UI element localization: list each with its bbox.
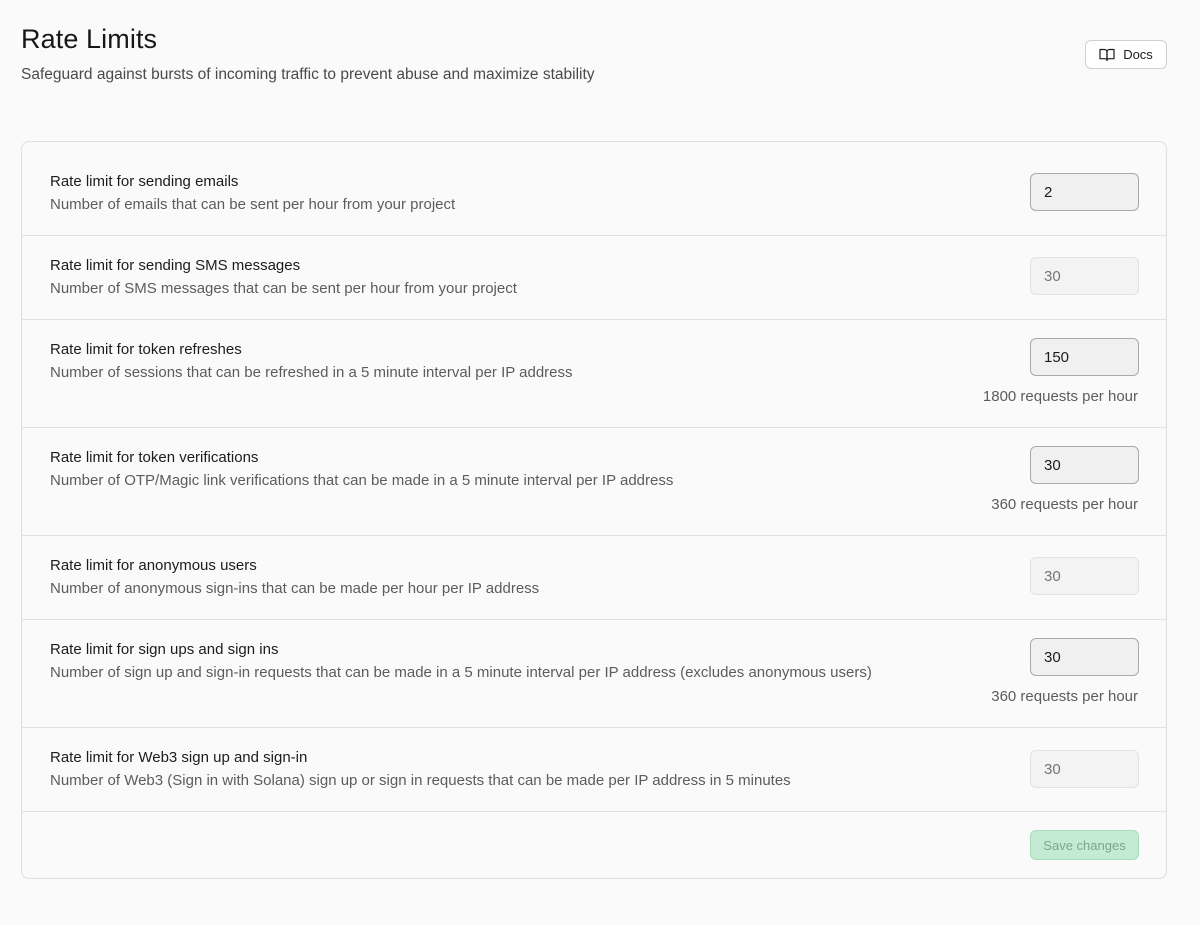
row-title: Rate limit for sign ups and sign ins <box>50 641 279 658</box>
anonymous-users-rate-input[interactable] <box>1030 557 1139 595</box>
card-footer: Save changes <box>22 812 1166 878</box>
row-description: Number of SMS messages that can be sent … <box>50 280 517 297</box>
requests-per-hour: 360 requests per hour <box>991 688 1138 705</box>
row-description: Number of emails that can be sent per ho… <box>50 196 456 213</box>
page-title: Rate Limits <box>21 24 158 54</box>
row-title: Rate limit for Web3 sign up and sign-in <box>50 749 308 766</box>
docs-button[interactable]: Docs <box>1085 40 1167 69</box>
row-description: Number of sessions that can be refreshed… <box>50 364 573 381</box>
row-title: Rate limit for sending SMS messages <box>50 257 301 274</box>
emails-rate-input[interactable] <box>1030 173 1139 211</box>
rate-limit-row-token-verifications: Rate limit for token verifications Numbe… <box>22 428 1166 536</box>
row-description: Number of Web3 (Sign in with Solana) sig… <box>50 772 791 789</box>
row-description: Number of sign up and sign-in requests t… <box>50 664 872 681</box>
rate-limits-page: Rate Limits Safeguard against bursts of … <box>0 0 1200 925</box>
docs-button-label: Docs <box>1123 47 1153 62</box>
page-subtitle: Safeguard against bursts of incoming tra… <box>21 66 595 83</box>
sms-rate-input[interactable] <box>1030 257 1139 295</box>
row-title: Rate limit for anonymous users <box>50 557 257 574</box>
rate-limit-row-emails: Rate limit for sending emails Number of … <box>22 142 1166 236</box>
requests-per-hour: 360 requests per hour <box>991 496 1138 513</box>
row-title: Rate limit for token verifications <box>50 449 259 466</box>
rate-limit-row-anonymous-users: Rate limit for anonymous users Number of… <box>22 536 1166 620</box>
rate-limit-row-web3: Rate limit for Web3 sign up and sign-in … <box>22 728 1166 812</box>
row-description: Number of anonymous sign-ins that can be… <box>50 580 540 597</box>
book-icon <box>1099 48 1115 62</box>
rate-limit-row-token-refreshes: Rate limit for token refreshes Number of… <box>22 320 1166 428</box>
token-refresh-rate-input[interactable] <box>1030 338 1139 376</box>
sign-ups-rate-input[interactable] <box>1030 638 1139 676</box>
row-title: Rate limit for sending emails <box>50 173 239 190</box>
save-changes-button[interactable]: Save changes <box>1030 830 1139 860</box>
row-description: Number of OTP/Magic link verifications t… <box>50 472 674 489</box>
token-verification-rate-input[interactable] <box>1030 446 1139 484</box>
requests-per-hour: 1800 requests per hour <box>982 388 1138 405</box>
rate-limit-row-sms: Rate limit for sending SMS messages Numb… <box>22 236 1166 320</box>
rate-limit-row-sign-ups: Rate limit for sign ups and sign ins Num… <box>22 620 1166 728</box>
row-title: Rate limit for token refreshes <box>50 341 242 358</box>
web3-rate-input[interactable] <box>1030 750 1139 788</box>
rate-limits-card: Rate limit for sending emails Number of … <box>21 141 1167 879</box>
